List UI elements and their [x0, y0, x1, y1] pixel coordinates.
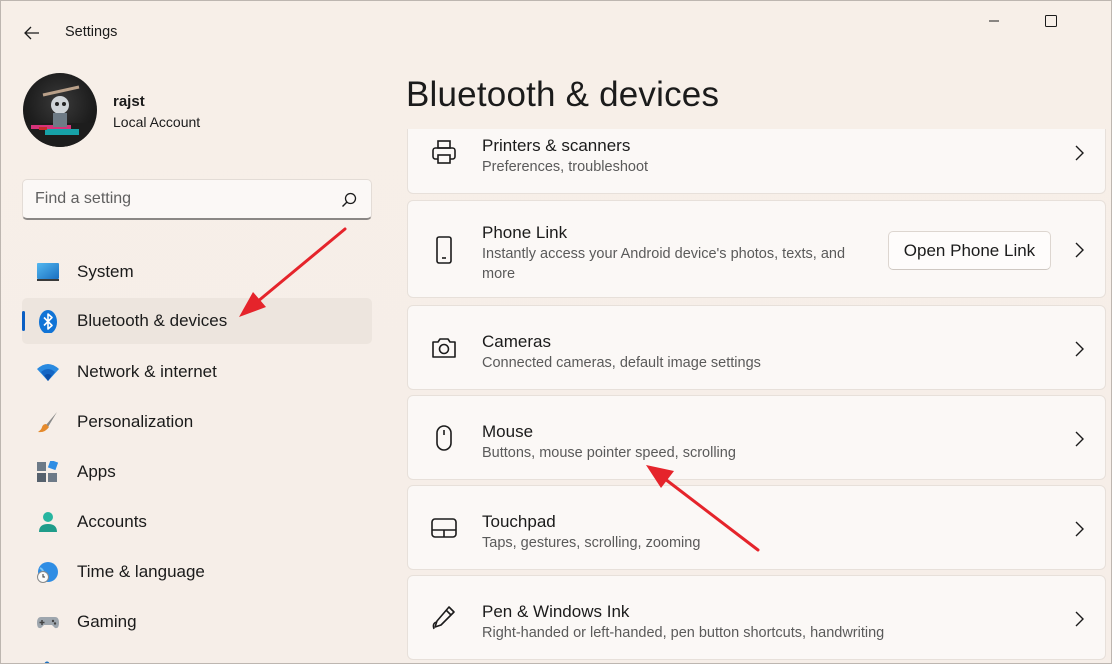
pen-icon [432, 606, 455, 630]
chevron-right-icon [1075, 341, 1084, 357]
touchpad-card[interactable]: Touchpad Taps, gestures, scrolling, zoom… [407, 485, 1106, 570]
minimize-icon [989, 20, 999, 22]
page-title: Bluetooth & devices [406, 75, 720, 114]
camera-icon [432, 338, 456, 358]
back-button[interactable] [15, 17, 49, 49]
avatar[interactable] [23, 73, 97, 147]
gamepad-icon [37, 617, 59, 629]
mouse-icon [436, 425, 452, 451]
card-description: Preferences, troubleshoot [482, 159, 649, 175]
card-description: Taps, gestures, scrolling, zooming [482, 535, 701, 551]
accessibility-icon [44, 661, 50, 663]
card-description: Connected cameras, default image setting… [482, 355, 761, 371]
printer-icon [432, 140, 456, 164]
card-title: Printers & scanners [482, 136, 631, 155]
chevron-right-icon [1075, 242, 1084, 258]
sidebar-item-bluetooth-devices[interactable]: Bluetooth & devices [22, 298, 372, 344]
chevron-right-icon [1075, 521, 1084, 537]
sidebar-item-label: Apps [77, 462, 116, 481]
open-phone-link-button[interactable]: Open Phone Link [888, 231, 1051, 270]
sidebar-item-label: System [77, 262, 134, 281]
sidebar-item-apps[interactable]: Apps [22, 449, 372, 495]
globe-clock-icon [37, 562, 58, 583]
sidebar-item-label: Network & internet [77, 362, 217, 381]
card-title: Mouse [482, 422, 534, 441]
card-title: Touchpad [482, 512, 556, 531]
sidebar-item-network[interactable]: Network & internet [22, 349, 372, 395]
sidebar-item-system[interactable]: System [22, 249, 372, 295]
card-title: Pen & Windows Ink [482, 602, 630, 621]
printers-scanners-card[interactable]: Printers & scanners Preferences, trouble… [407, 129, 1106, 194]
app-title: Settings [65, 24, 118, 40]
sidebar-item-label: Bluetooth & devices [77, 311, 228, 330]
sidebar-item-time-language[interactable]: Time & language [22, 549, 372, 595]
sidebar-item-label: Accounts [77, 512, 147, 531]
search-icon[interactable] [341, 192, 357, 208]
wifi-icon [37, 364, 59, 381]
apps-icon [37, 461, 59, 482]
card-description: Instantly access your Android device's p… [482, 246, 846, 282]
device-settings-list: Printers & scanners Preferences, trouble… [406, 129, 1106, 663]
sidebar-item-label: Gaming [77, 612, 137, 631]
maximize-icon [1045, 15, 1057, 27]
card-description: Buttons, mouse pointer speed, scrolling [482, 445, 736, 461]
sidebar-item-label: Time & language [77, 562, 205, 581]
touchpad-icon [431, 518, 457, 538]
card-title: Cameras [482, 332, 551, 351]
back-arrow-icon [24, 26, 39, 40]
maximize-button[interactable] [1028, 1, 1074, 41]
minimize-button[interactable] [971, 1, 1017, 41]
settings-window: Settings rajst Local Account Find a sett… [0, 0, 1112, 664]
sidebar-item-personalization[interactable]: Personalization [22, 399, 372, 445]
sidebar-item-label: Personalization [77, 412, 194, 431]
selection-indicator [22, 311, 25, 331]
chevron-right-icon [1075, 611, 1084, 627]
sidebar-item-accounts[interactable]: Accounts [22, 499, 372, 545]
phone-link-card[interactable]: Phone Link Instantly access your Android… [407, 200, 1106, 298]
chevron-right-icon [1075, 431, 1084, 447]
accounts-icon [39, 512, 57, 532]
cameras-card[interactable]: Cameras Connected cameras, default image… [407, 305, 1106, 390]
sidebar-item-gaming[interactable]: Gaming [22, 599, 372, 645]
search-input[interactable] [35, 180, 335, 218]
system-icon [37, 263, 59, 281]
title-bar: Settings [1, 1, 1111, 63]
mouse-card[interactable]: Mouse Buttons, mouse pointer speed, scro… [407, 395, 1106, 480]
account-type: Local Account [113, 114, 201, 130]
card-description: Right-handed or left-handed, pen button … [482, 625, 885, 641]
chevron-right-icon [1075, 145, 1084, 161]
phone-icon [436, 236, 452, 264]
avatar-image-icon [23, 85, 97, 147]
user-name: rajst [113, 93, 145, 110]
sidebar-item-partial[interactable] [35, 655, 59, 663]
card-title: Phone Link [482, 223, 568, 242]
brush-icon [38, 412, 57, 433]
bluetooth-icon [39, 310, 57, 333]
search-box[interactable] [22, 179, 372, 220]
pen-windows-ink-card[interactable]: Pen & Windows Ink Right-handed or left-h… [407, 575, 1106, 660]
